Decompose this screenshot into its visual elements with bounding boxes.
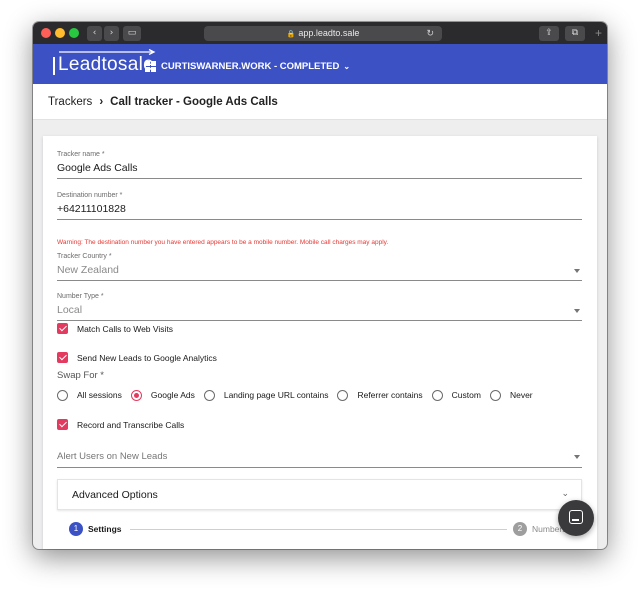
tracker-country-label: Tracker Country * <box>57 253 112 260</box>
new-tab-button[interactable]: + <box>595 26 607 41</box>
destination-number-label: Destination number * <box>57 192 123 199</box>
address-bar[interactable]: 🔒 app.leadto.sale ↻ <box>204 26 442 41</box>
alert-users-placeholder: Alert Users on New Leads <box>57 451 168 462</box>
tracker-name-label: Tracker name * <box>57 151 105 158</box>
radio-button[interactable] <box>431 389 443 401</box>
tabs-overview-button[interactable]: ⧉ <box>565 26 585 41</box>
share-button[interactable]: ⇪ <box>539 26 559 41</box>
radio-button[interactable] <box>57 389 68 401</box>
advanced-options-expander[interactable]: Advanced Options ⌄ <box>57 479 582 510</box>
lock-icon: 🔒 <box>286 31 296 38</box>
chat-icon <box>569 510 583 524</box>
send-leads-checkbox[interactable] <box>57 352 68 363</box>
radio-label: All sessions <box>77 390 122 400</box>
step-1-label: Settings <box>88 524 122 534</box>
back-button[interactable]: ‹ <box>87 26 102 41</box>
alert-users-select[interactable]: Alert Users on New Leads <box>57 451 582 468</box>
advanced-options-label: Advanced Options <box>72 488 158 501</box>
chevron-down-icon: ⌄ <box>561 489 569 499</box>
chevron-down-icon: ⌄ <box>343 61 351 71</box>
forward-button[interactable]: › <box>104 26 119 41</box>
radio-label: Google Ads <box>150 390 195 400</box>
radio-label: Landing page URL contains <box>223 390 329 400</box>
radio-label: Custom <box>451 390 481 400</box>
swap-option-google-ads[interactable]: Google Ads <box>130 389 195 401</box>
send-leads-checkbox-row[interactable]: Send New Leads to Google Analytics <box>57 351 217 364</box>
form-stepper: 1 Settings 2 Numbers <box>69 522 589 536</box>
breadcrumb-trackers-link[interactable]: Trackers <box>48 96 92 108</box>
radio-button[interactable] <box>489 389 501 401</box>
radio-button-selected[interactable] <box>130 389 142 401</box>
caret-down-icon <box>574 455 580 459</box>
send-leads-label: Send New Leads to Google Analytics <box>77 352 217 363</box>
fullscreen-window-button[interactable] <box>69 28 79 38</box>
number-type-value[interactable]: Local <box>57 304 582 321</box>
caret-down-icon <box>574 269 580 273</box>
chat-launcher-button[interactable] <box>558 500 594 536</box>
match-calls-label: Match Calls to Web Visits <box>77 323 174 334</box>
swap-for-radio-group: All sessions Google Ads Landing page URL… <box>57 388 542 402</box>
radio-button[interactable] <box>337 389 349 401</box>
swap-option-referrer[interactable]: Referrer contains <box>337 389 423 401</box>
radio-label: Referrer contains <box>357 390 423 400</box>
number-type-select[interactable]: Number Type * Local <box>57 293 582 321</box>
radio-button[interactable] <box>203 389 215 401</box>
record-calls-label: Record and Transcribe Calls <box>77 419 185 430</box>
workspace-switcher[interactable]: CURTISWARNER.WORK - COMPLETED ⌄ <box>145 58 350 74</box>
tracker-country-value[interactable]: New Zealand <box>57 264 582 281</box>
breadcrumb-separator: › <box>99 95 104 108</box>
swap-option-all-sessions[interactable]: All sessions <box>57 389 122 401</box>
sidebar-toggle-button[interactable]: ▭ <box>123 26 141 41</box>
browser-window: ‹ › ▭ 🔒 app.leadto.sale ↻ ⇪ ⧉ + Leadtosal… <box>33 22 607 549</box>
url-text: app.leadto.sale <box>298 28 360 38</box>
app-logo[interactable]: Leadtosale <box>58 54 154 76</box>
destination-number-input[interactable]: +64211101828 <box>57 203 582 220</box>
tracker-country-select[interactable]: Tracker Country * New Zealand <box>57 253 582 281</box>
swap-option-never[interactable]: Never <box>489 389 533 401</box>
workspace-name: CURTISWARNER.WORK - COMPLETED <box>161 60 340 72</box>
record-calls-checkbox-row[interactable]: Record and Transcribe Calls <box>57 418 184 431</box>
browser-titlebar: ‹ › ▭ 🔒 app.leadto.sale ↻ ⇪ ⧉ + <box>33 22 607 44</box>
caret-down-icon <box>574 309 580 313</box>
logo-bar-icon <box>53 57 55 75</box>
close-window-button[interactable] <box>41 28 51 38</box>
radio-label: Never <box>509 390 533 400</box>
destination-number-field[interactable]: Destination number * +64211101828 <box>57 192 582 220</box>
mobile-number-warning: Warning: The destination number you have… <box>57 239 389 246</box>
breadcrumb-current: Call tracker - Google Ads Calls <box>110 95 278 108</box>
number-type-label: Number Type * <box>57 293 104 300</box>
stepper-connector <box>130 529 507 530</box>
breadcrumb: Trackers › Call tracker - Google Ads Cal… <box>33 84 607 120</box>
app-header: Leadtosale CURTISWARNER.WORK - COMPLETED… <box>33 44 607 84</box>
workspace-grid-icon <box>145 60 156 72</box>
match-calls-checkbox-row[interactable]: Match Calls to Web Visits <box>57 322 173 335</box>
swap-for-label: Swap For * <box>57 370 104 381</box>
step-2-indicator[interactable]: 2 <box>513 522 527 536</box>
tracker-name-field[interactable]: Tracker name * Google Ads Calls <box>57 151 582 179</box>
tracker-name-input[interactable]: Google Ads Calls <box>57 162 582 179</box>
swap-option-landing-page[interactable]: Landing page URL contains <box>203 389 329 401</box>
step-1-indicator[interactable]: 1 <box>69 522 83 536</box>
tracker-form-card: Tracker name * Google Ads Calls Destinat… <box>43 136 597 549</box>
reload-icon[interactable]: ↻ <box>426 26 434 41</box>
record-calls-checkbox[interactable] <box>57 419 68 430</box>
match-calls-checkbox[interactable] <box>57 323 68 334</box>
minimize-window-button[interactable] <box>55 28 65 38</box>
swap-option-custom[interactable]: Custom <box>431 389 481 401</box>
